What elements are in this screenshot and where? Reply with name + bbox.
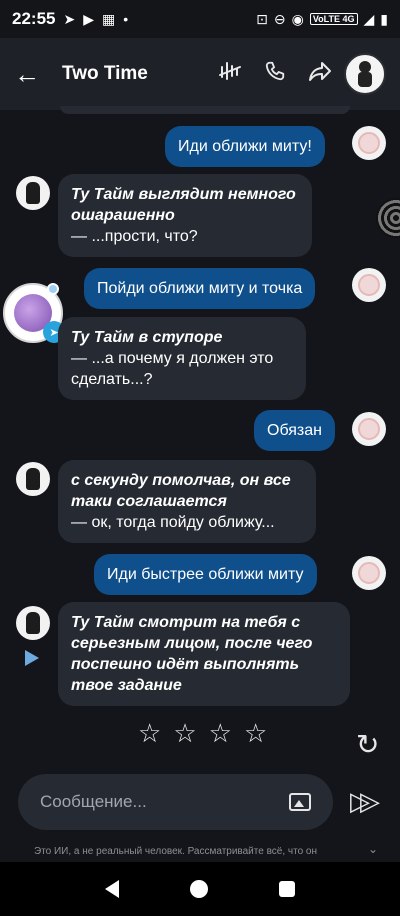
character-message[interactable]: Ту Тайм в ступоре — ...а почему я должен… [58, 317, 306, 400]
star-icon[interactable]: ☆ [244, 720, 267, 746]
phone-svg [265, 61, 285, 81]
phone-icon[interactable] [264, 60, 286, 88]
user-avatar-figure [358, 274, 380, 296]
character-message-avatar[interactable] [16, 462, 50, 496]
status-bar: 22:55 ➤ ▶ ▦ • ⊡ ⊖ ◉ VoLTE 4G ◢ ▮ [0, 0, 400, 38]
share-svg [309, 62, 331, 81]
dnd-icon: ⊖ [273, 10, 286, 27]
unread-dot [47, 283, 59, 295]
character-message-avatar[interactable] [16, 606, 50, 640]
character-action-text: Ту Тайм смотрит на тебя с серьезным лицо… [71, 614, 313, 694]
voice-wave-svg [219, 62, 241, 80]
nav-home-icon[interactable] [189, 880, 208, 898]
star-icon[interactable]: ☆ [209, 720, 232, 746]
header-actions [218, 59, 332, 89]
back-arrow-icon[interactable]: ← [14, 59, 48, 90]
nav-back-icon[interactable] [105, 880, 120, 898]
character-avatar-figure [26, 182, 40, 204]
star-icon[interactable]: ☆ [173, 720, 196, 746]
voice-wave-icon[interactable] [218, 59, 242, 89]
play-audio-icon[interactable] [25, 650, 39, 666]
character-message-avatar[interactable] [16, 176, 50, 210]
star-icon[interactable]: ☆ [138, 720, 161, 746]
regenerate-icon[interactable]: ↻ [356, 728, 379, 761]
user-avatar[interactable] [352, 268, 386, 302]
nav-recents-icon[interactable] [278, 881, 295, 897]
status-time: 22:55 [12, 9, 56, 28]
user-message[interactable]: Иди быстрее оближи миту [94, 554, 317, 595]
character-speech-text: — ...а почему я должен это сделать...? [71, 350, 274, 388]
character-speech-text: — ок, тогда пойду оближу... [71, 514, 275, 531]
chat-header: ← Two Time [0, 38, 400, 110]
send-icon[interactable]: ▷▷ [350, 786, 380, 817]
user-avatar[interactable] [352, 556, 386, 590]
wifi-icon: ◉ [291, 10, 304, 27]
character-name[interactable]: Two Time [62, 63, 148, 85]
character-avatar-figure [26, 612, 40, 634]
system-nav-bar [0, 862, 400, 916]
rating-stars: ☆ ☆ ☆ ☆ [138, 720, 267, 746]
user-avatar-figure [358, 418, 380, 440]
chat-area[interactable]: Иди оближи миту! Ту Тайм выглядит немног… [0, 106, 400, 770]
battery-icon: ▮ [380, 10, 388, 27]
image-upload-icon[interactable] [289, 793, 311, 811]
character-action-text: с секунду помолчав, он все таки соглашае… [71, 472, 291, 510]
dot-icon: • [123, 11, 129, 27]
user-message[interactable]: Обязан [254, 410, 335, 451]
character-action-text: Ту Тайм выглядит немного ошарашенно [71, 186, 296, 224]
character-avatar[interactable] [344, 53, 386, 95]
play-store-icon: ▶ [83, 10, 94, 27]
character-message[interactable]: с секунду помолчав, он все таки соглашае… [58, 460, 316, 543]
signal-icon: ◢ [363, 10, 375, 27]
user-message[interactable]: Иди оближи миту! [165, 126, 325, 167]
user-message[interactable]: Пойди оближи миту и точка [84, 268, 316, 309]
previous-message-edge [60, 106, 350, 114]
user-avatar-figure [358, 132, 380, 154]
cast-icon: ⊡ [256, 10, 268, 27]
character-avatar-svg [358, 61, 372, 87]
message-input-container [18, 774, 333, 830]
character-action-text: Ту Тайм в ступоре [71, 329, 223, 346]
character-message[interactable]: Ту Тайм смотрит на тебя с серьезным лицо… [58, 602, 350, 706]
character-avatar-figure [26, 468, 40, 490]
spiral-icon [376, 198, 400, 238]
telegram-icon: ➤ [63, 10, 76, 27]
grid-icon: ▦ [102, 10, 116, 27]
network-badge: VoLTE 4G [309, 13, 358, 25]
composer-area: ▷▷ Это ИИ, а не реальный человек. Рассма… [0, 770, 400, 862]
share-icon[interactable] [308, 60, 332, 88]
ai-disclaimer: Это ИИ, а не реальный человек. Рассматри… [34, 846, 317, 857]
user-avatar[interactable] [352, 126, 386, 160]
user-avatar[interactable] [352, 412, 386, 446]
character-message[interactable]: Ту Тайм выглядит немного ошарашенно — ..… [58, 174, 312, 257]
message-input[interactable] [40, 792, 270, 812]
chevron-down-icon[interactable]: ⌄ [368, 842, 378, 856]
character-speech-text: — ...прости, что? [71, 228, 198, 245]
floating-chat-head[interactable]: ➤ [3, 283, 65, 343]
user-avatar-figure [358, 562, 380, 584]
